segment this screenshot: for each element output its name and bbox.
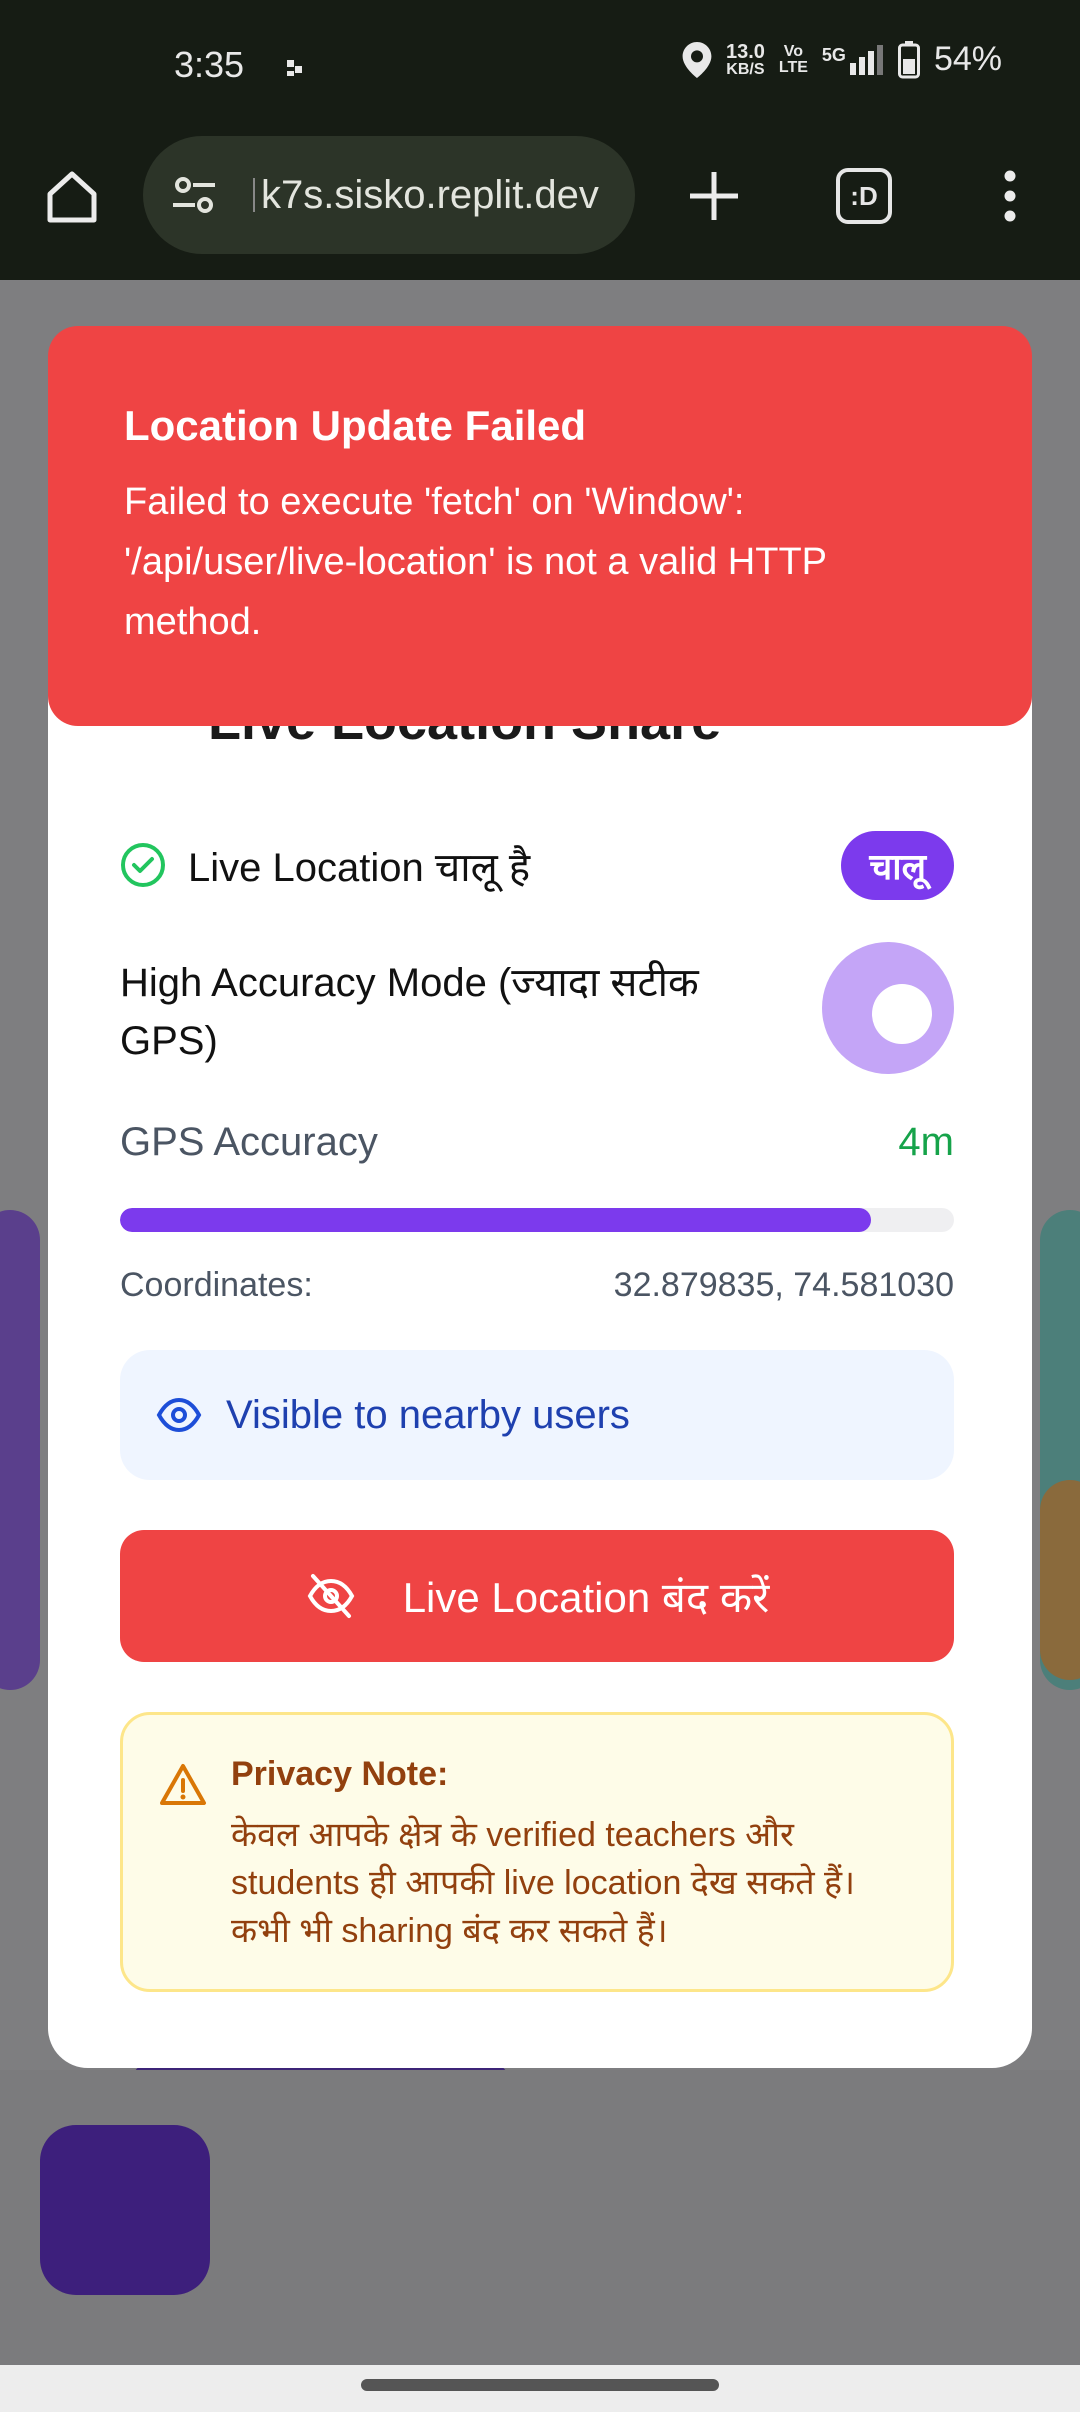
net-speed: 13.0 KB/S — [725, 40, 765, 78]
privacy-note: Privacy Note: केवल आपके क्षेत्र के verif… — [120, 1712, 954, 1992]
gps-accuracy-value: 4m — [898, 1120, 954, 1164]
gps-accuracy-row: GPS Accuracy 4m — [120, 1120, 954, 1180]
coordinates-row: Coordinates: 32.879835, 74.581030 — [120, 1266, 954, 1316]
gps-accuracy-progress-fill — [120, 1208, 871, 1232]
visibility-text: Visible to nearby users — [226, 1392, 630, 1437]
high-accuracy-row: High Accuracy Mode (ज्यादा सटीक GPS) — [120, 942, 954, 1074]
more-menu-icon[interactable] — [990, 166, 1030, 226]
signal-bars-icon — [849, 44, 883, 75]
status-badge: चालू — [841, 830, 954, 900]
url-text[interactable]: k7s.sisko.replit.dev — [253, 173, 633, 218]
live-status-text: Live Location चालू है — [188, 845, 531, 890]
eye-off-icon — [307, 1574, 354, 1618]
battery-icon — [897, 40, 920, 78]
toast-title: Location Update Failed — [124, 402, 587, 449]
high-accuracy-toggle[interactable] — [822, 942, 954, 1074]
warning-icon — [160, 1764, 206, 1805]
privacy-body: केवल आपके क्षेत्र के verified teachers औ… — [231, 1816, 855, 1950]
toast-message: Failed to execute 'fetch' on 'Window': '… — [124, 481, 827, 643]
notification-dots-icon — [287, 60, 302, 76]
gesture-handle[interactable] — [361, 2379, 719, 2391]
coordinates-label: Coordinates: — [120, 1266, 313, 1304]
status-bar: 3:35 13.0 KB/S Vo LTE 5G 54% — [0, 0, 1080, 136]
privacy-title: Privacy Note: — [231, 1755, 449, 1793]
url-bar[interactable]: k7s.sisko.replit.dev — [143, 136, 635, 254]
gps-accuracy-progress — [120, 1208, 954, 1232]
stop-button-label: Live Location बंद करें — [402, 1573, 770, 1621]
toggle-knob — [872, 984, 932, 1044]
eye-icon — [156, 1397, 202, 1433]
coordinates-value: 32.879835, 74.581030 — [613, 1266, 954, 1304]
home-icon[interactable] — [42, 166, 102, 226]
site-settings-icon[interactable] — [169, 170, 219, 220]
gesture-bar — [0, 2365, 1080, 2412]
tab-switcher-button[interactable]: :D — [836, 168, 892, 224]
new-tab-icon[interactable] — [684, 166, 744, 226]
live-status-row: Live Location चालू है चालू — [120, 830, 954, 900]
bg-active-tab — [40, 2125, 210, 2295]
battery-percent: 54% — [933, 40, 1002, 78]
location-pin-icon — [682, 41, 712, 78]
bg-card-left — [0, 1210, 40, 1690]
stop-live-location-button[interactable]: Live Location बंद करें — [120, 1530, 954, 1662]
bg-card-right-2 — [1040, 1480, 1080, 1680]
gps-accuracy-label: GPS Accuracy — [120, 1120, 378, 1164]
check-circle-icon — [121, 843, 165, 887]
browser-toolbar: k7s.sisko.replit.dev :D — [0, 136, 1080, 280]
signal-indicator: 5G — [822, 44, 884, 75]
high-accuracy-label: High Accuracy Mode (ज्यादा सटीक GPS) — [120, 961, 699, 1063]
status-time: 3:35 — [174, 44, 245, 85]
error-toast[interactable]: Location Update Failed Failed to execute… — [48, 326, 1032, 726]
visibility-info: Visible to nearby users — [120, 1350, 954, 1480]
volte-indicator: Vo LTE — [778, 42, 808, 76]
status-icons: 13.0 KB/S Vo LTE 5G 54% — [682, 40, 1002, 79]
